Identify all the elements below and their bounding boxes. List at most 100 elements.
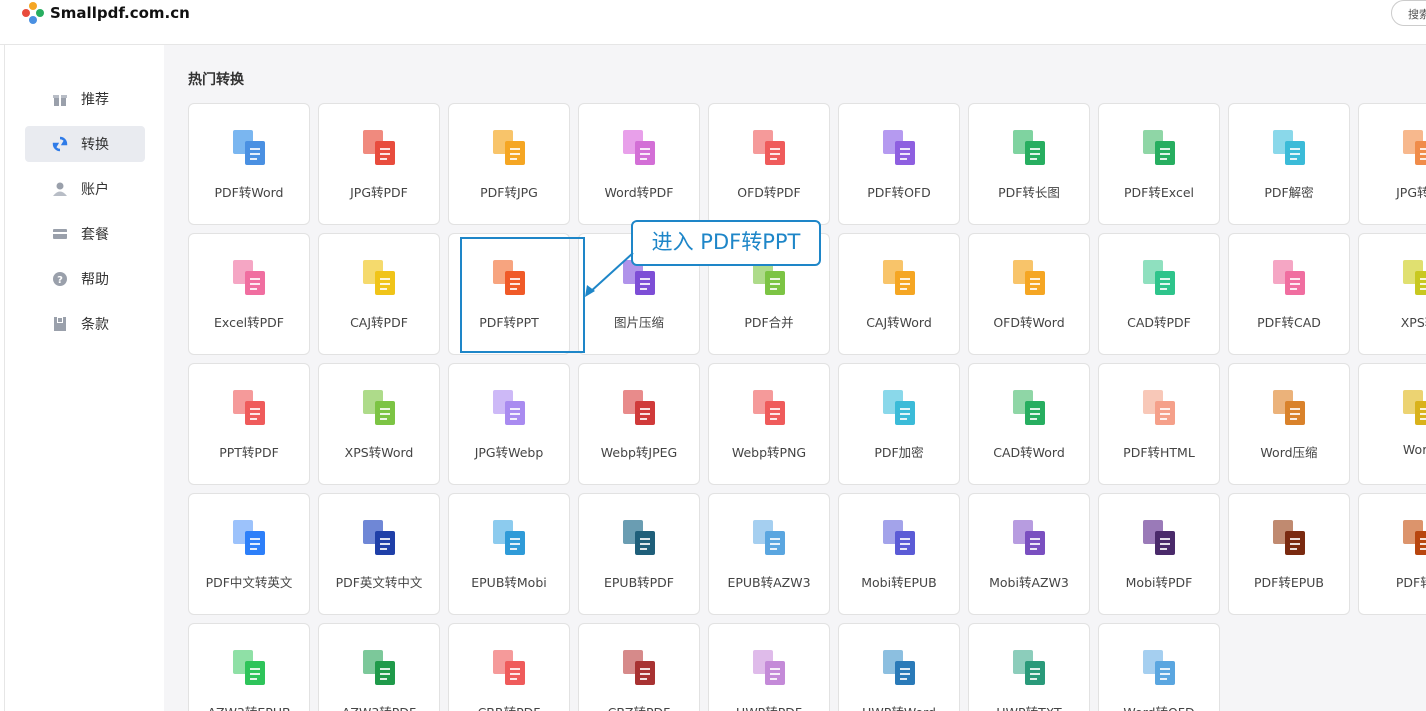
tool-label: EPUB转Mobi bbox=[471, 575, 547, 590]
tool-label: Word转OFD bbox=[1099, 702, 1219, 711]
tool-card[interactable]: EPUB转Mobi bbox=[448, 493, 570, 615]
tool-card[interactable]: Mobi转EPUB bbox=[838, 493, 960, 615]
tool-icon bbox=[493, 390, 525, 425]
tool-card[interactable]: PDF转HTML bbox=[1098, 363, 1220, 485]
tool-card[interactable]: PDF转长图 bbox=[968, 103, 1090, 225]
callout-label: 进入 PDF转PPT bbox=[631, 220, 821, 266]
tool-card[interactable]: Word压缩 bbox=[1228, 363, 1350, 485]
section-title: 热门转换 bbox=[188, 72, 244, 88]
tool-label: XPS转 bbox=[1400, 315, 1426, 330]
tool-card[interactable]: HWP转TXT bbox=[968, 623, 1090, 711]
tool-card[interactable]: HWP转Word bbox=[838, 623, 960, 711]
tool-card[interactable]: HWP转PDF bbox=[708, 623, 830, 711]
sidebar-item-help[interactable]: ? 帮助 bbox=[25, 261, 145, 297]
tool-label: PDF转长图 bbox=[998, 185, 1060, 200]
tool-card[interactable]: EPUB转PDF bbox=[578, 493, 700, 615]
tool-card[interactable]: JPG转PDF bbox=[318, 103, 440, 225]
tool-label: JPG转PDF bbox=[350, 185, 408, 200]
tool-label: CAD转PDF bbox=[1127, 315, 1191, 330]
sidebar-item-plan[interactable]: 套餐 bbox=[25, 216, 145, 252]
tool-label: HWP转PDF bbox=[709, 702, 829, 711]
document-icon bbox=[52, 316, 68, 332]
tool-label: Word转PDF bbox=[604, 185, 674, 200]
logo[interactable]: Smallpdf.com.cn bbox=[22, 2, 190, 24]
tool-label: PDF转CAD bbox=[1257, 315, 1321, 330]
tool-card[interactable]: OFD转Word bbox=[968, 233, 1090, 355]
tool-card[interactable]: PDF转EPUB bbox=[1228, 493, 1350, 615]
tool-icon bbox=[1013, 520, 1045, 555]
tool-card[interactable]: PDF解密 bbox=[1228, 103, 1350, 225]
logo-text: Smallpdf.com.cn bbox=[50, 4, 190, 22]
tool-label: PDF转JPG bbox=[480, 185, 538, 200]
tool-label: Excel转PDF bbox=[214, 315, 284, 330]
tool-label: HWP转Word bbox=[839, 702, 959, 711]
sidebar-item-account[interactable]: 账户 bbox=[25, 171, 145, 207]
tool-card[interactable]: Word转OFD bbox=[1098, 623, 1220, 711]
tool-icon bbox=[623, 520, 655, 555]
tool-card[interactable]: CAD转Word bbox=[968, 363, 1090, 485]
tool-card[interactable]: JPG转Webp bbox=[448, 363, 570, 485]
sidebar-item-convert[interactable]: 转换 bbox=[25, 126, 145, 162]
tool-label: PDF转PPT bbox=[479, 315, 539, 330]
tool-card[interactable]: Webp转PNG bbox=[708, 363, 830, 485]
search-button[interactable]: 搜索 bbox=[1391, 0, 1426, 26]
tool-card[interactable]: PDF转JPG bbox=[448, 103, 570, 225]
sidebar-item-label: 账户 bbox=[81, 182, 109, 198]
tool-card[interactable]: Webp转JPEG bbox=[578, 363, 700, 485]
tool-card[interactable]: AZW3转EPUB bbox=[188, 623, 310, 711]
tool-card[interactable]: PPT转PDF bbox=[188, 363, 310, 485]
tool-card[interactable]: AZW3转PDF bbox=[318, 623, 440, 711]
tool-card[interactable]: Excel转PDF bbox=[188, 233, 310, 355]
tool-icon bbox=[1273, 390, 1305, 425]
sidebar-item-label: 套餐 bbox=[81, 227, 109, 243]
convert-icon bbox=[52, 136, 68, 152]
tool-label: Word压缩 bbox=[1260, 445, 1318, 460]
tool-card[interactable]: EPUB转AZW3 bbox=[708, 493, 830, 615]
tool-icon bbox=[1403, 130, 1426, 165]
tool-label: PDF转OFD bbox=[867, 185, 931, 200]
user-icon bbox=[52, 181, 68, 197]
tool-label: XPS转Word bbox=[344, 445, 414, 460]
tool-label: HWP转TXT bbox=[969, 702, 1089, 711]
tool-card[interactable]: PDF转PPT bbox=[448, 233, 570, 355]
tool-card[interactable]: Mobi转PDF bbox=[1098, 493, 1220, 615]
tool-card[interactable]: CAD转PDF bbox=[1098, 233, 1220, 355]
tool-icon bbox=[1143, 130, 1175, 165]
tool-card[interactable]: Mobi转AZW3 bbox=[968, 493, 1090, 615]
tool-label: Mobi转AZW3 bbox=[989, 575, 1069, 590]
tool-label: CAJ转PDF bbox=[350, 315, 408, 330]
tool-card[interactable]: PDF转OFD bbox=[838, 103, 960, 225]
tool-label: OFD转PDF bbox=[737, 185, 801, 200]
tool-card[interactable]: JPG转W bbox=[1358, 103, 1426, 225]
tool-card[interactable]: PDF加密 bbox=[838, 363, 960, 485]
sidebar-item-terms[interactable]: 条款 bbox=[25, 306, 145, 342]
tool-card[interactable]: CBZ转PDF bbox=[578, 623, 700, 711]
tool-card[interactable]: OFD转PDF bbox=[708, 103, 830, 225]
tool-icon bbox=[233, 650, 265, 685]
tool-card[interactable]: PDF转CAD bbox=[1228, 233, 1350, 355]
tool-card[interactable]: PDF转Excel bbox=[1098, 103, 1220, 225]
tool-icon bbox=[623, 130, 655, 165]
tool-card[interactable]: PDF英文转中文 bbox=[318, 493, 440, 615]
tool-card[interactable]: XPS转 bbox=[1358, 233, 1426, 355]
tool-icon bbox=[363, 260, 395, 295]
tool-label: JPG转Webp bbox=[474, 445, 544, 460]
tool-icon bbox=[493, 520, 525, 555]
tool-label: PDF加密 bbox=[874, 445, 924, 460]
tool-card[interactable]: CAJ转Word bbox=[838, 233, 960, 355]
tool-card[interactable]: PDF转Word bbox=[188, 103, 310, 225]
tool-card[interactable]: Word转PDF bbox=[578, 103, 700, 225]
sidebar-item-recommend[interactable]: 推荐 bbox=[25, 81, 145, 117]
tool-card[interactable]: XPS转Word bbox=[318, 363, 440, 485]
tool-icon bbox=[1013, 260, 1045, 295]
tool-icon bbox=[493, 650, 525, 685]
tool-icon bbox=[493, 260, 525, 295]
tool-label: PDF转Excel bbox=[1124, 185, 1194, 200]
tool-icon bbox=[1273, 260, 1305, 295]
tool-label: PDF转HTML bbox=[1123, 445, 1195, 460]
tool-card[interactable]: PDF中文转英文 bbox=[188, 493, 310, 615]
tool-card[interactable]: PDF转N bbox=[1358, 493, 1426, 615]
tool-card[interactable]: CBR转PDF bbox=[448, 623, 570, 711]
tool-card[interactable]: CAJ转PDF bbox=[318, 233, 440, 355]
tool-card[interactable]: Word bbox=[1358, 363, 1426, 485]
